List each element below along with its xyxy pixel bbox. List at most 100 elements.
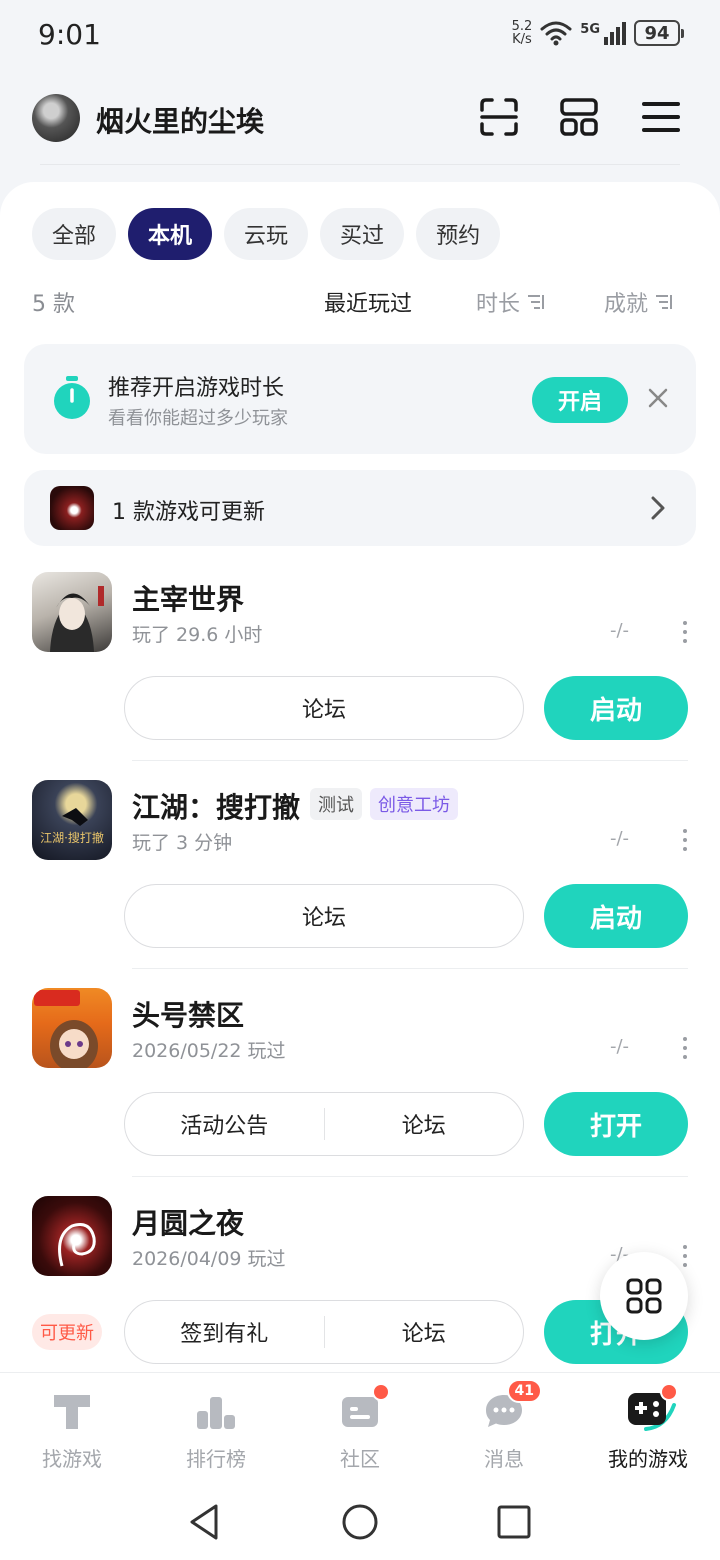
game-icon[interactable] <box>32 1196 112 1276</box>
more-options-icon[interactable] <box>680 828 690 852</box>
game-tags: 测试 创意工坊 <box>310 788 458 820</box>
game-links: 签到有礼 论坛 <box>124 1300 524 1364</box>
play-time: 玩了 3 分钟 <box>132 832 233 854</box>
sort-achievement-label: 成就 <box>604 292 649 317</box>
tab-find-games[interactable]: 找游戏 <box>0 1373 144 1482</box>
game-links: 活动公告 论坛 <box>124 1092 524 1156</box>
banner-title: 推荐开启游戏时长 <box>108 376 285 401</box>
last-played: 2026/05/22 玩过 <box>132 1040 286 1062</box>
announcement-button[interactable]: 活动公告 <box>125 1093 324 1155</box>
sort-duration[interactable]: 时长 <box>476 286 546 318</box>
play-time: 玩了 29.6 小时 <box>132 624 263 646</box>
game-icon[interactable] <box>32 572 112 652</box>
tab-messages[interactable]: 41 消息 <box>432 1373 576 1482</box>
network-speed-unit: K/s <box>512 32 532 47</box>
forum-button[interactable]: 论坛 <box>125 885 523 947</box>
network-speed: 5.2 K/s <box>512 20 533 46</box>
tab-label: 社区 <box>340 1447 380 1471</box>
tab-label: 排行榜 <box>186 1447 246 1471</box>
my-games-icon-wrap <box>626 1383 678 1433</box>
game-item: 头号禁区 2026/05/22 玩过 -/- 活动公告 论坛 打开 <box>0 982 720 1190</box>
game-score: -/- <box>610 620 630 641</box>
layout-grid-icon[interactable] <box>558 96 600 138</box>
username[interactable]: 烟火里的尘埃 <box>96 100 264 140</box>
home-icon[interactable] <box>340 1502 380 1542</box>
filter-chips: 全部 本机 云玩 买过 预约 <box>32 208 501 260</box>
game-title[interactable]: 头号禁区 <box>132 994 244 1034</box>
back-icon[interactable] <box>186 1502 226 1542</box>
forum-button[interactable]: 论坛 <box>325 1093 524 1155</box>
game-item: 主宰世界 玩了 29.6 小时 -/- 论坛 启动 <box>0 566 720 774</box>
forum-button[interactable]: 论坛 <box>125 677 523 739</box>
game-icon[interactable]: 江湖·搜打撤 <box>32 780 112 860</box>
filter-reserved[interactable]: 预约 <box>416 208 501 260</box>
playtime-banner: 推荐开启游戏时长 看看你能超过多少玩家 开启 <box>24 344 696 454</box>
tab-label: 消息 <box>484 1447 524 1471</box>
launch-button[interactable]: 启动 <box>544 884 688 948</box>
last-played: 2026/04/09 玩过 <box>132 1248 286 1270</box>
game-score: -/- <box>610 828 630 849</box>
game-links: 论坛 <box>124 676 524 740</box>
signal-label: 5G <box>580 21 600 37</box>
character-art-icon: 江湖·搜打撤 <box>40 808 104 845</box>
sort-icon <box>656 295 673 309</box>
banner-subtitle: 看看你能超过多少玩家 <box>108 408 288 429</box>
tag-workshop[interactable]: 创意工坊 <box>370 788 458 820</box>
filter-local[interactable]: 本机 <box>128 208 213 260</box>
profile-header: 烟火里的尘埃 <box>0 80 720 160</box>
bottom-tab-bar: 找游戏 排行榜 社区 41 消息 我的游戏 <box>0 1372 720 1482</box>
more-options-icon[interactable] <box>680 1244 690 1268</box>
filter-cloud[interactable]: 云玩 <box>224 208 309 260</box>
enable-playtime-button[interactable]: 开启 <box>532 377 628 423</box>
status-time: 9:01 <box>38 18 101 51</box>
find-games-icon <box>54 1395 90 1429</box>
tab-my-games[interactable]: 我的游戏 <box>576 1373 720 1482</box>
update-available-pill[interactable]: 可更新 <box>32 1314 102 1350</box>
game-thumbnail-icon <box>50 486 94 530</box>
more-options-icon[interactable] <box>680 1036 690 1060</box>
podium-icon <box>197 1397 235 1429</box>
scan-icon[interactable] <box>478 96 520 138</box>
menu-icon[interactable] <box>640 96 682 138</box>
character-art-icon <box>34 990 98 1068</box>
avatar[interactable] <box>32 94 80 142</box>
tag-beta: 测试 <box>310 788 362 820</box>
divider <box>132 1176 688 1177</box>
community-icon-wrap <box>338 1383 390 1433</box>
update-available-bar[interactable]: 1 款游戏可更新 <box>24 470 696 546</box>
game-score: -/- <box>610 1036 630 1057</box>
tab-label: 我的游戏 <box>608 1447 688 1471</box>
sort-achievement[interactable]: 成就 <box>604 286 674 318</box>
game-icon[interactable] <box>32 988 112 1068</box>
header-divider <box>40 164 680 165</box>
game-title[interactable]: 主宰世界 <box>132 578 244 618</box>
filter-purchased[interactable]: 买过 <box>320 208 405 260</box>
status-bar: 9:01 5.2 K/s 5G 94 <box>0 0 720 72</box>
sort-icon <box>528 295 545 309</box>
update-text: 1 款游戏可更新 <box>112 500 265 525</box>
tab-label: 找游戏 <box>42 1447 102 1471</box>
notification-dot <box>660 1383 678 1401</box>
close-icon[interactable] <box>644 384 672 412</box>
floating-grid-button[interactable] <box>600 1252 688 1340</box>
checkin-button[interactable]: 签到有礼 <box>125 1301 324 1363</box>
game-list-panel: 全部 本机 云玩 买过 预约 5 款 最近玩过 时长 成就 推荐开启游戏时长 看… <box>0 182 720 1382</box>
more-options-icon[interactable] <box>680 620 690 644</box>
chevron-right-icon <box>651 496 665 520</box>
launch-button[interactable]: 启动 <box>544 676 688 740</box>
game-count: 5 款 <box>32 292 75 317</box>
tab-rankings[interactable]: 排行榜 <box>144 1373 288 1482</box>
filter-all[interactable]: 全部 <box>32 208 117 260</box>
sort-recent[interactable]: 最近玩过 <box>324 286 412 318</box>
sort-duration-label: 时长 <box>476 292 521 317</box>
game-title[interactable]: 江湖：搜打撤 <box>132 786 300 826</box>
forum-button[interactable]: 论坛 <box>325 1301 524 1363</box>
grid-icon <box>626 1278 662 1314</box>
system-nav-bar <box>0 1482 720 1560</box>
game-title[interactable]: 月圆之夜 <box>132 1202 244 1242</box>
recents-icon[interactable] <box>494 1502 534 1542</box>
wifi-icon <box>540 21 572 46</box>
tab-community[interactable]: 社区 <box>288 1373 432 1482</box>
stopwatch-icon <box>54 376 90 419</box>
open-button[interactable]: 打开 <box>544 1092 688 1156</box>
